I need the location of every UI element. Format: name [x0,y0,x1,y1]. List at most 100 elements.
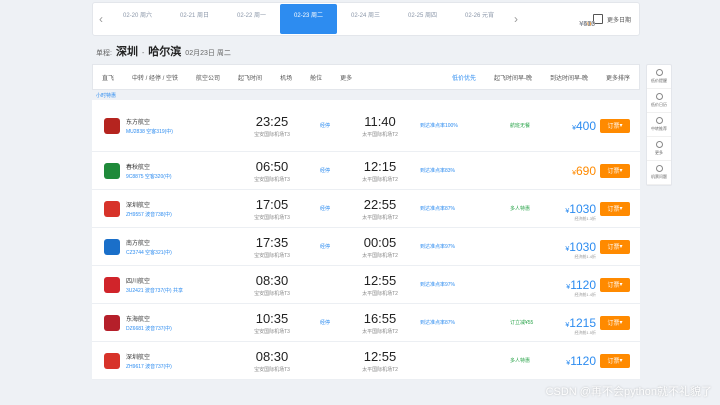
date-tab[interactable]: 02-21 周日 ¥460 [166,4,595,34]
book-button[interactable]: 订票 ▾ [600,118,630,133]
departure: 08:30 宝安国际机场T3 [242,349,302,373]
date-tab[interactable]: 02-26 元宵 ¥470 [451,4,595,34]
side-item[interactable]: 中转推荐 [647,113,671,137]
filter-option[interactable]: 航空公司 [187,73,229,82]
filter-option[interactable]: 中转 / 经停 / 空铁 [123,73,187,82]
airline-info: 四川航空 3U2421 波音737(中) 共享 [126,276,216,294]
arrival-airport: 太平国际机场T2 [362,252,398,259]
side-label: 更多 [655,150,663,155]
arrival: 12:15 太平国际机场T2 [348,159,412,183]
discount-label: 经济舱1.4折 [574,292,596,297]
extra-info: 多人特惠 [510,206,531,212]
book-button[interactable]: 订票 ▾ [600,163,630,178]
airline-name: 深圳航空 [126,202,151,209]
filter-option[interactable]: 机场 [271,73,301,82]
airline-logo-icon [104,200,120,217]
book-label: 订票 [607,207,620,213]
airline-info: 南方航空 CZ3744 空客321(中) [126,238,216,256]
side-item[interactable]: 机票问题 [647,161,671,185]
side-item[interactable]: 低价提醒 [647,65,671,89]
flight-number[interactable]: ZH9617 波音737(中) [126,363,216,370]
date-tab[interactable]: 02-22 周一 ¥440 [223,4,595,34]
extra-info: 航班无餐 [510,123,531,129]
discount-label: 经济舱1.4折 [574,254,596,259]
book-button[interactable]: 订票 ▾ [600,239,630,254]
ontime-rate: 到达准点率100% [420,123,458,129]
departure-airport: 宝安国际机场T3 [254,252,290,259]
results-list: 小时特惠 东方航空 MU2838 空客319(中) 23:25 宝安国际机场T3 经停 1… [92,92,640,380]
side-item[interactable]: 低价日历 [647,89,671,113]
stop-info: 经停 [302,319,348,326]
side-label: 机票问题 [651,174,667,179]
side-icon [655,165,663,172]
date-label: 02-26 元宵 [464,13,494,19]
flight-row[interactable]: 东海航空 DZ6681 波音737(中) 10:35 宝安国际机场T3 经停 16:55 太… [92,304,640,342]
airline-logo-icon [104,276,120,293]
date-tab[interactable]: 02-23 周二 ¥400 [280,4,595,34]
flight-row[interactable]: 东方航空 MU2838 空客319(中) 23:25 宝安国际机场T3 经停 11:40 太… [92,100,640,152]
flight-row[interactable]: 深圳航空 ZH9557 波音738(中) 17:05 宝安国际机场T3 经停 22:55 太… [92,190,640,228]
side-item[interactable]: 更多 [647,137,671,161]
stop-label[interactable]: 经停 [302,319,348,326]
group-label: 小时特惠 [96,93,117,99]
date-list: 02-20 周六 ¥600 02-21 周日 ¥460 02-22 周一 ¥440 02-2… [109,4,595,34]
arrival-airport: 太平国际机场T2 [362,290,398,297]
flight-row[interactable]: 南方航空 CZ3744 空客321(中) 17:35 宝安国际机场T3 经停 00:05 太… [92,228,640,266]
side-label: 中转推荐 [651,126,667,131]
date-price: ¥470 [579,21,595,28]
sort-option[interactable]: 起飞时间早-晚 [485,73,541,82]
sort-option[interactable]: 低价优先 [443,73,485,82]
stop-label[interactable]: 经停 [302,205,348,212]
ontime-rate: 到达准点率97% [420,244,456,250]
more-dates-button[interactable]: 更多日期 [592,14,639,24]
price: ¥1215 [565,316,596,330]
ontime-rate: 到达准点率87% [420,320,456,326]
side-icon [655,141,663,148]
stop-info: 经停 [302,205,348,212]
sort-option[interactable]: 到达时间早-晚 [541,73,597,82]
date-tab[interactable]: 02-25 周四 ¥516 [394,4,595,34]
side-icon [655,117,663,124]
book-button[interactable]: 订票 ▾ [600,201,630,216]
airline-logo-icon [104,314,120,331]
date-tab[interactable]: 02-20 周六 ¥600 [109,4,595,34]
arrival-time: 16:55 [363,310,397,326]
filter-option[interactable]: 更多 [331,73,361,82]
watermark: CSDN @再不会python就不礼貌了 [545,386,712,398]
departure-time: 17:35 [255,234,289,250]
arrival-time: 00:05 [363,234,397,250]
filter-option[interactable]: 起飞时间 [229,73,271,82]
flight-number[interactable]: 9C8875 空客320(中) [126,173,216,180]
flight-number[interactable]: CZ3744 空客321(中) [126,249,216,256]
filter-option[interactable]: 舱位 [301,73,331,82]
airline-info: 深圳航空 ZH9617 波音737(中) [126,352,216,370]
arrival-time: 12:55 [363,272,397,288]
departure: 17:35 宝安国际机场T3 [242,235,302,259]
flight-row[interactable]: 深圳航空 ZH9617 波音737(中) 08:30 宝安国际机场T3 12:55 太平国… [92,342,640,380]
flight-row[interactable]: 四川航空 3U2421 波音737(中) 共享 08:30 宝安国际机场T3 12:55… [92,266,640,304]
arrival-airport: 太平国际机场T2 [362,131,398,138]
filter-option[interactable]: 直飞 [93,73,123,82]
flight-number[interactable]: 3U2421 波音737(中) 共享 [126,287,216,294]
date-tab[interactable]: 02-24 周三 ¥400 [337,4,595,34]
stop-label[interactable]: 经停 [302,167,348,174]
route-header: 单程: 深圳 - 哈尔滨 02月23日 周二 [96,43,231,59]
departure-airport: 宝安国际机场T3 [254,290,290,297]
stop-label[interactable]: 经停 [302,243,348,250]
flight-row[interactable]: 春秋航空 9C8875 空客320(中) 06:50 宝安国际机场T3 经停 12:15 太… [92,152,640,190]
date-label: 02-22 周一 [236,13,266,19]
next-arrow-icon[interactable]: › [508,12,524,26]
sort-option[interactable]: 更多排序 [597,73,639,82]
flight-number[interactable]: MU2838 空客319(中) [126,128,216,135]
book-button[interactable]: 订票 ▾ [600,315,630,330]
book-button[interactable]: 订票 ▾ [600,353,630,368]
flight-number[interactable]: DZ6681 波音737(中) [126,325,216,332]
stop-label[interactable]: 经停 [302,122,348,129]
arrival-airport: 太平国际机场T2 [362,214,398,221]
prev-arrow-icon[interactable]: ‹ [93,12,109,26]
origin-city: 深圳 [115,46,138,58]
arrival-time: 12:55 [363,348,397,364]
flight-number[interactable]: ZH9557 波音738(中) [126,211,216,218]
book-button[interactable]: 订票 ▾ [600,277,630,292]
departure: 17:05 宝安国际机场T3 [242,197,302,221]
